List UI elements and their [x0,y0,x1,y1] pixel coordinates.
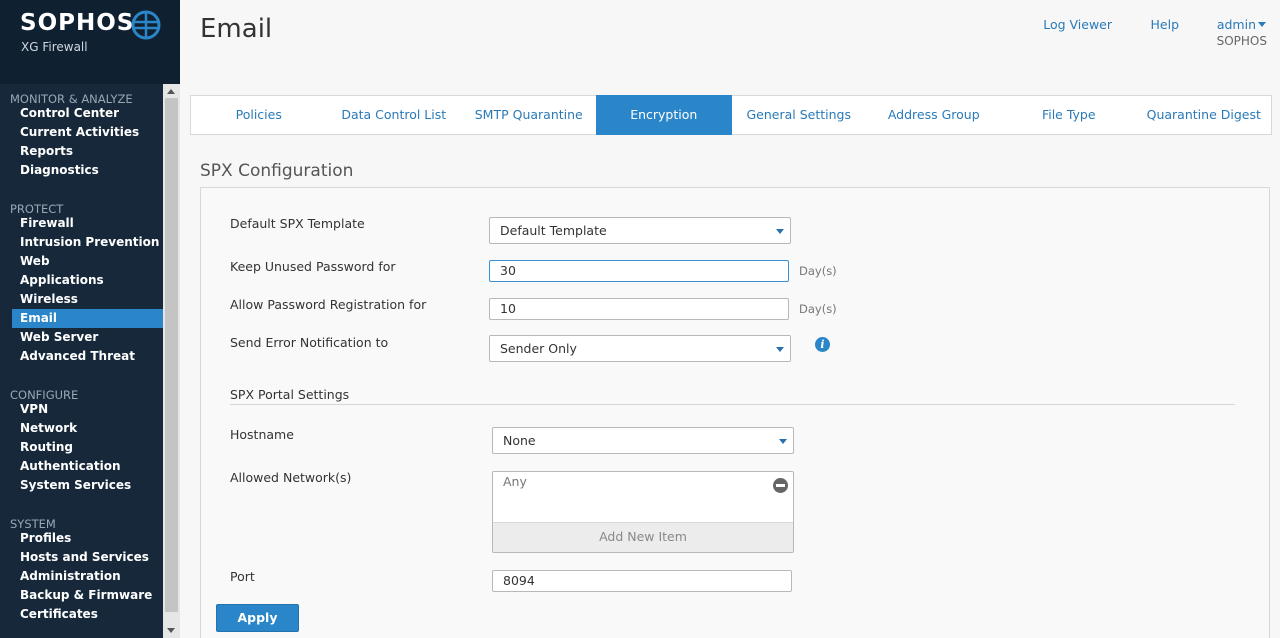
scroll-up-arrow-icon[interactable] [167,89,175,94]
keep-unused-input[interactable]: 30 [489,260,789,282]
error-notification-label: Send Error Notification to [230,335,389,350]
allowed-networks-label: Allowed Network(s) [230,470,352,485]
help-link[interactable]: Help [1151,17,1180,32]
sidebar-item-system-services[interactable]: System Services [12,476,163,495]
tab-smtp-quarantine[interactable]: SMTP Quarantine [461,96,597,134]
sidebar-item-wireless[interactable]: Wireless [12,290,163,309]
chevron-down-icon [779,439,787,444]
admin-user-label: admin [1216,17,1256,32]
chevron-down-icon[interactable] [1258,22,1266,27]
hostname-label: Hostname [230,427,294,442]
sidebar-item-certificates[interactable]: Certificates [12,605,163,624]
sidebar-item-intrusion-prevention[interactable]: Intrusion Prevention [12,233,163,252]
sidebar-scrollbar[interactable] [163,84,180,638]
error-notification-select[interactable]: Sender Only [489,335,791,362]
tab-file-type[interactable]: File Type [1001,96,1137,134]
globe-logo-icon [131,10,161,40]
tab-data-control-list[interactable]: Data Control List [326,96,462,134]
scrollbar-thumb[interactable] [165,98,178,612]
tab-encryption[interactable]: Encryption [596,95,732,135]
organization-name: SOPHOS [1216,34,1267,48]
tab-bar: Policies Data Control List SMTP Quarantine… [190,95,1272,135]
brand-logo-text: SOPHOS [20,10,135,36]
page-title: Email [200,14,273,44]
hostname-select[interactable]: None [492,427,794,454]
sidebar-item-backup-firmware[interactable]: Backup & Firmware [12,586,163,605]
product-name: XG Firewall [21,40,88,54]
spx-config-panel: Default SPX Template Default Template Ke… [200,187,1270,638]
sidebar-item-administration[interactable]: Administration [12,567,163,586]
sidebar-item-diagnostics[interactable]: Diagnostics [12,161,163,180]
apply-button[interactable]: Apply [216,604,299,632]
brand-header: SOPHOS XG Firewall [0,0,180,80]
sidebar-item-current-activities[interactable]: Current Activities [12,123,163,142]
scroll-down-arrow-icon[interactable] [167,628,175,633]
tab-address-group[interactable]: Address Group [866,96,1002,134]
port-label: Port [230,569,255,584]
allowed-networks-list: Any Add New Item [492,471,794,553]
sidebar-item-reports[interactable]: Reports [12,142,163,161]
error-notification-value: Sender Only [500,341,577,356]
allow-registration-unit: Day(s) [799,302,837,316]
admin-user-menu[interactable]: admin [1217,17,1256,32]
remove-item-icon[interactable] [773,478,788,493]
sidebar-item-control-center[interactable]: Control Center [12,104,163,123]
chevron-down-icon [776,229,784,234]
keep-unused-label: Keep Unused Password for [230,259,396,274]
sidebar-item-web-server[interactable]: Web Server [12,328,163,347]
sidebar-item-web[interactable]: Web [12,252,163,271]
allow-registration-label: Allow Password Registration for [230,297,427,312]
add-new-item-button[interactable]: Add New Item [493,522,793,552]
info-icon[interactable]: i [815,337,830,352]
sidebar-item-profiles[interactable]: Profiles [12,529,163,548]
sidebar-item-advanced-threat[interactable]: Advanced Threat [12,347,163,366]
sidebar-item-authentication[interactable]: Authentication [12,457,163,476]
sidebar-item-vpn[interactable]: VPN [12,400,163,419]
tab-general-settings[interactable]: General Settings [731,96,867,134]
portal-settings-heading: SPX Portal Settings [230,387,350,402]
default-template-select[interactable]: Default Template [489,217,791,244]
default-template-label: Default SPX Template [230,216,365,231]
network-list-item: Any [503,474,527,489]
sidebar-item-routing[interactable]: Routing [12,438,163,457]
section-divider [230,404,1235,405]
allow-registration-input[interactable]: 10 [489,298,789,320]
keep-unused-unit: Day(s) [799,264,837,278]
sidebar-item-applications[interactable]: Applications [12,271,163,290]
log-viewer-link[interactable]: Log Viewer [1043,17,1112,32]
tab-policies[interactable]: Policies [191,96,327,134]
tab-quarantine-digest[interactable]: Quarantine Digest [1136,96,1272,134]
sidebar: SOPHOS XG Firewall MONITOR & ANALYZE Cont… [0,0,180,638]
sidebar-item-hosts-and-services[interactable]: Hosts and Services [12,548,163,567]
port-input[interactable]: 8094 [492,570,792,592]
hostname-value: None [503,433,536,448]
default-template-value: Default Template [500,223,607,238]
section-title: SPX Configuration [200,161,354,181]
sidebar-nav: MONITOR & ANALYZE Control Center Current A… [0,84,163,638]
chevron-down-icon [776,347,784,352]
sidebar-item-network[interactable]: Network [12,419,163,438]
sidebar-item-firewall[interactable]: Firewall [12,214,163,233]
sidebar-item-email[interactable]: Email [12,309,163,328]
